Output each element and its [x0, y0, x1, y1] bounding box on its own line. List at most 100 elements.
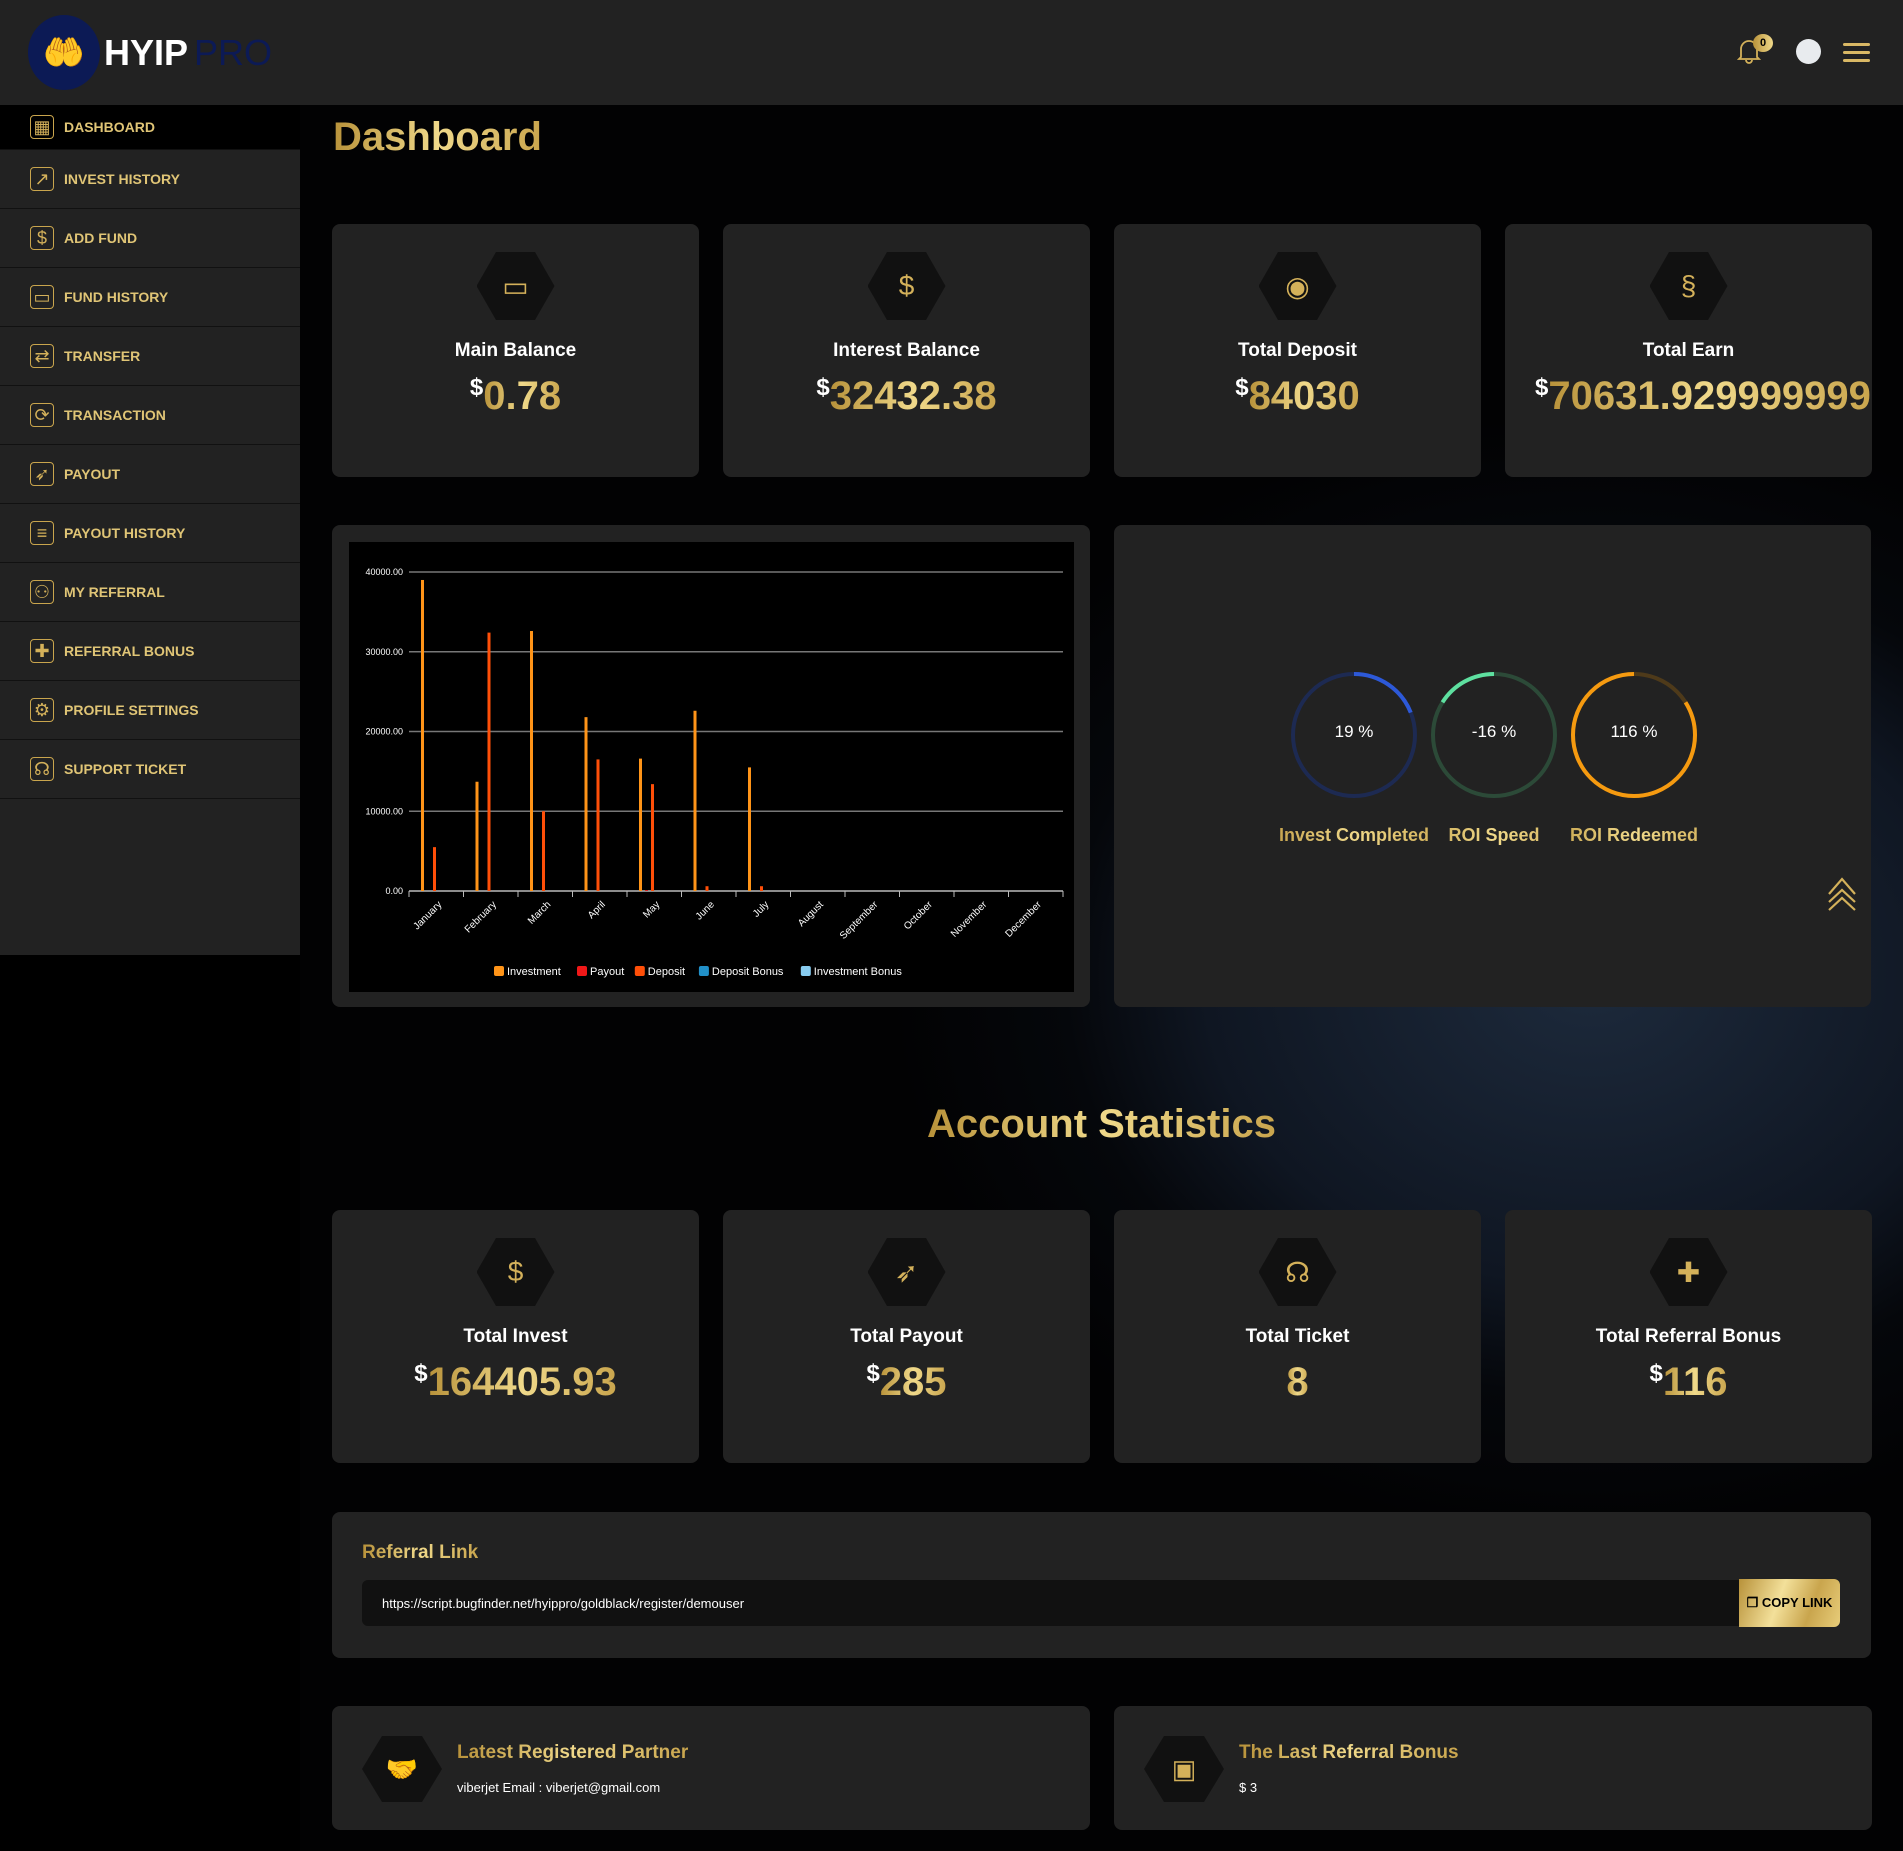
amount: 8: [1286, 1360, 1308, 1404]
legend-label: Deposit: [648, 966, 685, 978]
sidebar: ▦DASHBOARD↗INVEST HISTORY$ADD FUND▭FUND …: [0, 105, 300, 955]
amount: 164405.93: [428, 1360, 617, 1404]
bar-investment: [530, 631, 533, 891]
ring-percent: -16 %: [1429, 722, 1559, 742]
sidebar-item-label: DASHBOARD: [64, 119, 155, 135]
legend-swatch: [577, 966, 587, 976]
card-title: Total Referral Bonus: [1505, 1326, 1872, 1348]
currency-symbol: $: [470, 374, 483, 401]
referral-link-panel: Referral Link ❐ COPY LINK: [332, 1512, 1871, 1658]
sidebar-item-fund-history[interactable]: ▭FUND HISTORY: [0, 268, 300, 327]
notification-badge: 0: [1753, 34, 1773, 52]
card-title: Interest Balance: [723, 340, 1090, 362]
logo-text-pro: PRO: [194, 32, 272, 74]
monthly-bar-chart: 0.0010000.0020000.0030000.0040000.00Janu…: [349, 542, 1074, 992]
sidebar-item-my-referral[interactable]: ⚇ MY REFERRAL: [0, 563, 300, 622]
legend-swatch: [635, 966, 645, 976]
sidebar-item-transaction[interactable]: ⟳ TRANSACTION: [0, 386, 300, 445]
bar-investment: [748, 767, 751, 891]
gear-icon: ⚙: [30, 698, 54, 722]
card-value: $70631.929999999: [1505, 374, 1872, 419]
sidebar-item-add-fund[interactable]: $ADD FUND: [0, 209, 300, 268]
stat-card: ☊ Total Ticket 8: [1114, 1210, 1481, 1463]
card-title: Total Deposit: [1114, 340, 1481, 362]
legend-swatch: [699, 966, 709, 976]
sidebar-item-payout[interactable]: ➶PAYOUT: [0, 445, 300, 504]
sidebar-item-label: ADD FUND: [64, 230, 137, 246]
wallet-icon: ▣: [1144, 1736, 1224, 1802]
legend-swatch: [494, 966, 504, 976]
copy-link-button[interactable]: ❐ COPY LINK: [1739, 1579, 1840, 1627]
balance-card: § Total Earn $70631.929999999: [1505, 224, 1872, 477]
y-tick-label: 20000.00: [365, 727, 403, 737]
sidebar-item-support-ticket[interactable]: ☊SUPPORT TICKET: [0, 740, 300, 799]
handshake-icon: 🤝: [362, 1736, 442, 1802]
network-icon: ⚇: [30, 580, 54, 604]
sidebar-item-label: MY REFERRAL: [64, 584, 165, 600]
referral-link-input[interactable]: [362, 1580, 1742, 1626]
logo-text: HYIP: [104, 32, 188, 74]
sidebar-item-label: FUND HISTORY: [64, 289, 168, 305]
y-tick-label: 10000.00: [365, 806, 403, 816]
top-header: 🤲 HYIP PRO 0: [0, 0, 1903, 105]
currency-symbol: $: [1235, 374, 1248, 401]
bar-deposit: [706, 886, 709, 891]
scroll-to-top-icon[interactable]: [1826, 876, 1858, 912]
latest-partner-card: 🤝 Latest Registered Partner viberjet Ema…: [332, 1706, 1090, 1830]
y-tick-label: 40000.00: [365, 567, 403, 577]
last-referral-bonus-card: ▣ The Last Referral Bonus $ 3: [1114, 1706, 1872, 1830]
card-title: Total Ticket: [1114, 1326, 1481, 1348]
legend-label: Payout: [590, 966, 624, 978]
send-icon: ➶: [868, 1238, 946, 1306]
invoice-icon: §: [1650, 252, 1728, 320]
latest-partner-title: Latest Registered Partner: [457, 1742, 688, 1764]
copy-icon: ❐: [1747, 1595, 1762, 1610]
sidebar-item-payout-history[interactable]: ≡PAYOUT HISTORY: [0, 504, 300, 563]
logo-hand-coin-icon: 🤲: [28, 15, 100, 90]
latest-partner-text: viberjet Email : viberjet@gmail.com: [457, 1780, 660, 1795]
legend-label: Deposit Bonus: [712, 966, 784, 978]
y-tick-label: 0.00: [385, 886, 403, 896]
coin-hand-icon: ◉: [1259, 252, 1337, 320]
amount: 70631.929999999: [1548, 374, 1871, 418]
currency-symbol: $: [1535, 374, 1548, 401]
bar-investment: [585, 717, 588, 891]
amount: 116: [1663, 1360, 1728, 1404]
sidebar-item-referral-bonus[interactable]: ✚ REFERRAL BONUS: [0, 622, 300, 681]
gift-icon: ✚: [1650, 1238, 1728, 1306]
sidebar-item-dashboard[interactable]: ▦DASHBOARD: [0, 105, 300, 150]
sidebar-item-label: PAYOUT HISTORY: [64, 525, 185, 541]
sidebar-item-label: PAYOUT: [64, 466, 120, 482]
page-title: Dashboard: [333, 115, 542, 160]
card-value: 8: [1114, 1360, 1481, 1405]
hamburger-menu-icon[interactable]: [1843, 43, 1870, 67]
sidebar-item-label: REFERRAL BONUS: [64, 643, 194, 659]
progress-ring: -16 % ROI Speed: [1429, 670, 1559, 805]
avatar[interactable]: [1796, 39, 1821, 64]
exchange-icon: ⟳: [30, 403, 54, 427]
progress-panel: 19 % Invest Completed -16 % ROI Speed 11…: [1114, 525, 1871, 1007]
ring-label: ROI Redeemed: [1529, 825, 1739, 846]
money-bag-icon: $: [477, 1238, 555, 1306]
sidebar-item-profile-settings[interactable]: ⚙PROFILE SETTINGS: [0, 681, 300, 740]
sidebar-item-invest-history[interactable]: ↗INVEST HISTORY: [0, 150, 300, 209]
currency-symbol: $: [414, 1360, 427, 1387]
bar-investment: [476, 782, 479, 891]
card-title: Total Earn: [1505, 340, 1872, 362]
currency-symbol: $: [866, 1360, 879, 1387]
sidebar-item-label: TRANSACTION: [64, 407, 166, 423]
last-referral-bonus-value: $ 3: [1239, 1780, 1257, 1795]
sidebar-item-transfer[interactable]: ⇄TRANSFER: [0, 327, 300, 386]
sidebar-item-label: TRANSFER: [64, 348, 140, 364]
gift-icon: ✚: [30, 639, 54, 663]
logo[interactable]: 🤲 HYIP PRO: [28, 15, 272, 90]
headset-icon: ☊: [1259, 1238, 1337, 1306]
bar-deposit: [597, 759, 600, 891]
card-value: $0.78: [332, 374, 699, 419]
money-bag-icon: $: [868, 252, 946, 320]
amount: 32432.38: [830, 374, 997, 418]
headset-icon: ☊: [30, 757, 54, 781]
stat-card: $ Total Invest $164405.93: [332, 1210, 699, 1463]
referral-link-label: Referral Link: [362, 1542, 478, 1564]
amount: 84030: [1249, 374, 1360, 418]
